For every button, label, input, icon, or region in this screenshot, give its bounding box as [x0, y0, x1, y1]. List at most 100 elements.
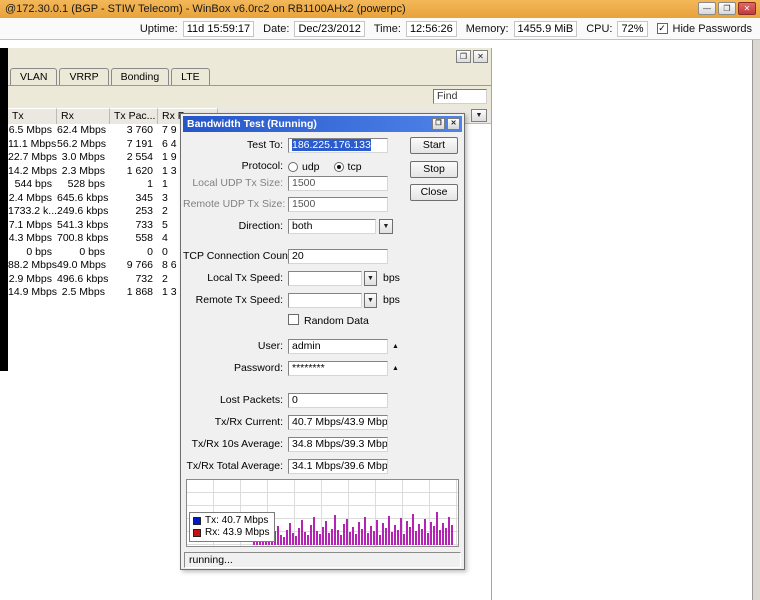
- tab-bonding[interactable]: Bonding: [111, 68, 170, 85]
- graph-bar: [373, 531, 375, 545]
- minimize-icon[interactable]: —: [698, 2, 716, 15]
- protocol-label: Protocol:: [183, 159, 283, 174]
- tcp-count-label: TCP Connection Count:: [183, 249, 283, 264]
- graph-bar: [442, 523, 444, 545]
- protocol-udp-option[interactable]: udp: [288, 161, 320, 173]
- graph-bar: [394, 525, 396, 545]
- test-to-value: 186.225.176.133: [292, 139, 371, 151]
- password-input[interactable]: ********: [288, 361, 388, 376]
- close-icon[interactable]: ✕: [738, 2, 756, 15]
- dialog-status-bar: running...: [184, 552, 461, 568]
- random-data-checkbox[interactable]: [288, 314, 299, 325]
- user-input[interactable]: admin: [288, 339, 388, 354]
- column-header-rx[interactable]: Rx: [57, 108, 110, 124]
- graph-bar: [352, 527, 354, 545]
- random-data-label: Random Data: [304, 315, 369, 327]
- stop-button[interactable]: Stop: [410, 161, 458, 178]
- graph-bar: [370, 526, 372, 545]
- cpu-label: CPU:: [586, 23, 612, 35]
- graph-bar: [310, 525, 312, 545]
- graph-bar: [388, 516, 390, 545]
- graph-bar: [334, 515, 336, 545]
- graph-bar: [436, 512, 438, 545]
- graph-bar: [415, 531, 417, 545]
- dialog-restore-icon[interactable]: ❐: [432, 118, 445, 130]
- table-cell: 14.2 Mbps: [8, 165, 57, 179]
- user-spin-up-icon[interactable]: ▲: [392, 343, 399, 350]
- table-cell: 1 868: [110, 286, 158, 300]
- tab-lte[interactable]: LTE: [171, 68, 209, 85]
- uptime-value: 11d 15:59:17: [183, 21, 254, 37]
- graph-bar: [439, 530, 441, 545]
- rx-color-swatch: [193, 529, 201, 537]
- protocol-tcp-option[interactable]: tcp: [334, 161, 362, 173]
- graph-bar: [313, 517, 315, 545]
- graph-bar: [280, 535, 282, 545]
- tab-vlan[interactable]: VLAN: [10, 68, 57, 85]
- child-close-icon[interactable]: ✕: [473, 50, 488, 63]
- local-tx-speed-row: Local Tx Speed: ▼ bps: [183, 271, 462, 286]
- graph-bar: [364, 517, 366, 545]
- remote-udp-input[interactable]: 1500: [288, 197, 388, 212]
- direction-select[interactable]: both: [288, 219, 376, 234]
- tab-vrrp[interactable]: VRRP: [59, 68, 108, 85]
- table-cell: 541.3 kbps: [57, 219, 110, 233]
- lost-packets-row: Lost Packets: 0: [183, 393, 462, 408]
- table-cell: 62.4 Mbps: [57, 124, 110, 138]
- graph-bar: [379, 535, 381, 545]
- protocol-options: udp tcp: [288, 159, 362, 174]
- status-toolbar: Uptime: 11d 15:59:17 Date: Dec/23/2012 T…: [0, 18, 760, 40]
- find-input[interactable]: Find: [433, 89, 487, 104]
- remote-tx-dropdown-icon[interactable]: ▼: [364, 293, 377, 308]
- graph-bar: [286, 530, 288, 545]
- local-tx-dropdown-icon[interactable]: ▼: [364, 271, 377, 286]
- dialog-titlebar[interactable]: Bandwidth Test (Running) ❐ ✕: [183, 116, 462, 132]
- legend-rx-row: Rx: 43.9 Mbps: [193, 527, 269, 539]
- tx-color-swatch: [193, 517, 201, 525]
- table-cell: 345: [110, 192, 158, 206]
- graph-bar: [283, 537, 285, 545]
- random-data-option[interactable]: Random Data: [288, 313, 369, 329]
- maximize-icon[interactable]: ❐: [718, 2, 736, 15]
- column-dropdown-icon[interactable]: ▼: [471, 109, 487, 122]
- hide-passwords-checkbox[interactable]: ✓: [657, 23, 668, 34]
- table-cell: 645.6 kbps: [57, 192, 110, 206]
- table-cell: 0 bps: [57, 246, 110, 260]
- tcp-count-row: TCP Connection Count: 20: [183, 249, 462, 264]
- local-udp-input[interactable]: 1500: [288, 176, 388, 191]
- txrx-current-row: Tx/Rx Current: 40.7 Mbps/43.9 Mbps: [183, 415, 462, 430]
- txrx-current-label: Tx/Rx Current:: [183, 415, 283, 430]
- graph-legend: Tx: 40.7 Mbps Rx: 43.9 Mbps: [189, 512, 275, 542]
- graph-bar: [382, 523, 384, 545]
- table-cell: 14.9 Mbps: [8, 286, 57, 300]
- table-cell: 2.9 Mbps: [8, 273, 57, 287]
- start-button[interactable]: Start: [410, 137, 458, 154]
- traffic-graph: Tx: 40.7 Mbps Rx: 43.9 Mbps: [186, 479, 459, 547]
- local-tx-speed-input[interactable]: [288, 271, 362, 286]
- column-header-tx[interactable]: Tx: [8, 108, 57, 124]
- direction-dropdown-icon[interactable]: ▼: [379, 219, 393, 234]
- table-cell: 3.0 Mbps: [57, 151, 110, 165]
- table-cell: 528 bps: [57, 178, 110, 192]
- remote-tx-unit: bps: [383, 293, 400, 308]
- graph-bar: [301, 520, 303, 545]
- workspace-left-strip: [0, 48, 8, 371]
- table-cell: 88.2 Mbps: [8, 259, 57, 273]
- cpu-value: 72%: [617, 21, 647, 37]
- child-restore-icon[interactable]: ❐: [456, 50, 471, 63]
- tcp-count-input[interactable]: 20: [288, 249, 388, 264]
- graph-bar: [319, 534, 321, 545]
- test-to-input[interactable]: 186.225.176.133: [288, 138, 388, 153]
- direction-label: Direction:: [183, 219, 283, 234]
- child-caption-bar: ❐ ✕: [8, 48, 491, 67]
- password-spin-up-icon[interactable]: ▲: [392, 365, 399, 372]
- table-cell: 4.3 Mbps: [8, 232, 57, 246]
- dialog-close-icon[interactable]: ✕: [447, 118, 460, 130]
- graph-bar: [346, 519, 348, 545]
- date-label: Date:: [263, 23, 289, 35]
- txrx-10s-avg-label: Tx/Rx 10s Average:: [183, 437, 283, 452]
- close-button[interactable]: Close: [410, 184, 458, 201]
- remote-tx-speed-input[interactable]: [288, 293, 362, 308]
- column-header-tx-packets[interactable]: Tx Pac...: [110, 108, 158, 124]
- table-cell: 2.4 Mbps: [8, 192, 57, 206]
